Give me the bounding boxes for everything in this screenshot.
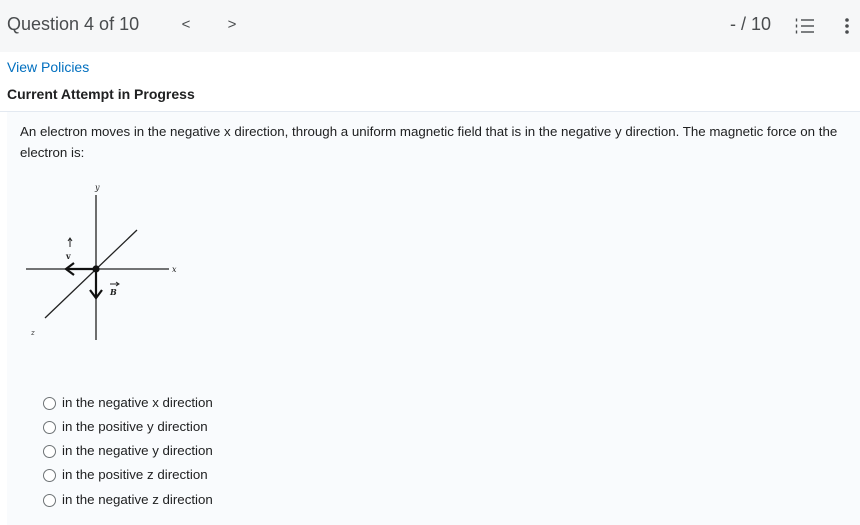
chevron-left-icon[interactable]: < xyxy=(176,14,196,36)
question-panel: An electron moves in the negative x dire… xyxy=(7,112,860,525)
radio-button[interactable] xyxy=(43,445,56,458)
choice-negative-x[interactable]: in the negative x direction xyxy=(43,394,263,414)
vertical-ellipsis-icon[interactable] xyxy=(840,17,854,35)
radio-button[interactable] xyxy=(43,494,56,507)
radio-button[interactable] xyxy=(43,397,56,410)
radio-button[interactable] xyxy=(43,421,56,434)
choice-label: in the positive y direction xyxy=(62,419,208,434)
numbered-list-icon[interactable] xyxy=(795,17,815,35)
score-display: - / 10 xyxy=(730,14,772,34)
choice-positive-y[interactable]: in the positive y direction xyxy=(43,418,263,438)
z-axis-label: z xyxy=(30,329,35,337)
radio-button[interactable] xyxy=(43,469,56,482)
view-policies-link[interactable]: View Policies xyxy=(7,59,89,75)
attempt-status: Current Attempt in Progress xyxy=(7,86,195,102)
x-axis-label: x xyxy=(172,265,177,274)
choice-label: in the negative z direction xyxy=(62,492,213,507)
chevron-right-icon[interactable]: > xyxy=(222,14,242,36)
question-counter: Question 4 of 10 xyxy=(7,14,140,34)
y-axis-label: y xyxy=(94,183,100,192)
question-header: Question 4 of 10 < > - / 10 xyxy=(0,0,860,52)
physics-diagram: y x z v B xyxy=(26,183,177,340)
choice-label: in the negative x direction xyxy=(62,395,213,410)
choice-label: in the positive z direction xyxy=(62,467,208,482)
choice-label: in the negative y direction xyxy=(62,443,213,458)
choice-positive-z[interactable]: in the positive z direction xyxy=(43,466,263,486)
question-stem: An electron moves in the negative x dire… xyxy=(20,124,838,160)
z-axis-line xyxy=(44,229,138,319)
velocity-label: v xyxy=(65,251,71,261)
choice-negative-y[interactable]: in the negative y direction xyxy=(43,442,263,462)
choice-negative-z[interactable]: in the negative z direction xyxy=(43,491,263,511)
field-label: B xyxy=(109,287,117,297)
